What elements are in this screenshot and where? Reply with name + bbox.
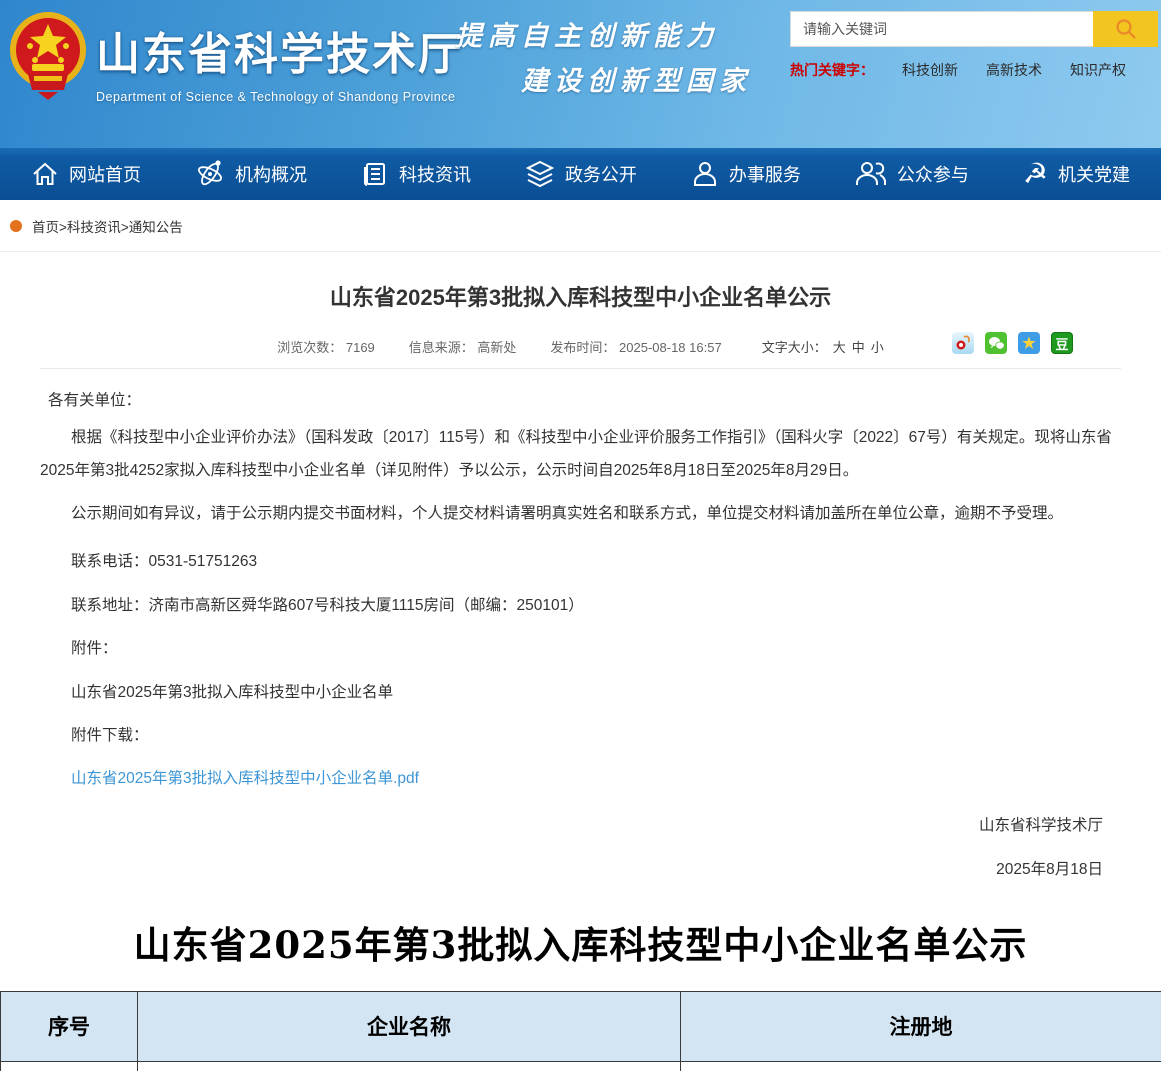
brand-block: 山东省科学技术厅 Department of Science & Technol…	[96, 18, 464, 104]
search-button[interactable]	[1093, 11, 1158, 47]
meta-publish-time: 发布时间： 2025-08-18 16:57	[550, 337, 721, 356]
hot-keyword-zhishichanquan[interactable]: 知识产权	[1070, 60, 1126, 80]
weibo-share-icon[interactable]	[952, 332, 974, 354]
signature-org: 山东省科学技术厅	[40, 813, 1103, 835]
search-icon	[1115, 18, 1137, 40]
roster-table: 序号 企业名称 注册地 1489 临朐祥泰光伏发电有限公司 山东省/潍坊市/临朐…	[0, 991, 1161, 1071]
wechat-share-icon[interactable]	[985, 332, 1007, 354]
cell-index: 1489	[1, 1061, 138, 1071]
table-row: 1489 临朐祥泰光伏发电有限公司 山东省/潍坊市/临朐县	[1, 1061, 1161, 1071]
wechat-bubbles-icon	[988, 336, 1005, 351]
font-size-switcher: 文字大小： 大中小	[756, 337, 884, 356]
qzone-star-glyph: ★	[1022, 334, 1035, 352]
hot-keyword-kejichuangxin[interactable]: 科技创新	[902, 60, 958, 80]
home-icon	[31, 160, 59, 188]
qzone-share-icon[interactable]: ★	[1018, 332, 1040, 354]
weibo-eye-icon	[955, 335, 971, 351]
meta-source: 信息来源： 高新处	[409, 337, 517, 356]
cell-company: 临朐祥泰光伏发电有限公司	[138, 1061, 681, 1071]
breadcrumb-dot-icon	[10, 220, 22, 232]
nav-item-participation[interactable]: 公众参与	[855, 160, 969, 188]
slogan: 提高自主创新能力 建设创新型国家	[455, 14, 752, 98]
atom-icon	[195, 159, 225, 189]
layers-icon	[525, 159, 555, 189]
font-size-large[interactable]: 大	[833, 340, 846, 355]
attachment-name: 山东省2025年第3批拟入库科技型中小企业名单	[40, 682, 1121, 704]
nav-label: 网站首页	[69, 161, 141, 187]
douban-share-icon[interactable]: 豆	[1051, 332, 1073, 354]
nav-item-home[interactable]: 网站首页	[31, 160, 141, 188]
hot-keywords-row: 热门关键字： 科技创新 高新技术 知识产权	[790, 60, 1126, 80]
paragraph-2: 公示期间如有异议，请于公示期内提交书面材料，个人提交材料请署明真实姓名和联系方式…	[40, 498, 1121, 531]
breadcrumb-text[interactable]: 首页>科技资讯>通知公告	[32, 216, 183, 236]
nav-item-news[interactable]: 科技资讯	[361, 160, 471, 188]
meta-separator	[40, 368, 1121, 369]
cell-location: 山东省/潍坊市/临朐县	[681, 1061, 1161, 1071]
salute-line: 各有关单位：	[48, 390, 1121, 412]
column-header-location: 注册地	[681, 991, 1161, 1061]
article: 山东省2025年第3批拟入库科技型中小企业名单公示 浏览次数： 7169 信息来…	[0, 280, 1161, 879]
nav-label: 办事服务	[729, 161, 801, 187]
column-header-company: 企业名称	[138, 991, 681, 1061]
nav-item-gov-info[interactable]: 政务公开	[525, 159, 637, 189]
person-icon	[691, 160, 719, 188]
meta-views: 浏览次数： 7169	[277, 337, 375, 356]
nav-item-party[interactable]: ☭ 机关党建	[1023, 160, 1130, 188]
download-label: 附件下载：	[40, 725, 1121, 747]
nav-label: 科技资讯	[399, 161, 471, 187]
main-nav: 网站首页 机构概况 科技资讯 政务公开 办事	[0, 148, 1161, 200]
table-header-row: 序号 企业名称 注册地	[1, 991, 1161, 1061]
site-header: 山东省科学技术厅 Department of Science & Technol…	[0, 0, 1161, 148]
nav-item-services[interactable]: 办事服务	[691, 160, 801, 188]
signature-date: 2025年8月18日	[40, 857, 1103, 879]
national-emblem-logo	[8, 8, 88, 100]
nav-label: 政务公开	[565, 161, 637, 187]
people-icon	[855, 160, 887, 188]
roster-title: 山东省2025年第3批拟入库科技型中小企业名单公示	[0, 915, 1161, 969]
nav-label: 机构概况	[235, 161, 307, 187]
font-size-medium[interactable]: 中	[852, 340, 865, 355]
news-icon	[361, 160, 389, 188]
attachment-label: 附件：	[40, 638, 1121, 660]
nav-label: 公众参与	[897, 161, 969, 187]
site-subtitle: Department of Science & Technology of Sh…	[96, 90, 464, 104]
paragraph-1: 根据《科技型中小企业评价办法》（国科发政〔2017〕115号）和《科技型中小企业…	[40, 422, 1121, 487]
search-input[interactable]	[790, 11, 1093, 47]
slogan-line1: 提高自主创新能力	[455, 14, 752, 53]
article-meta: 浏览次数： 7169 信息来源： 高新处 发布时间： 2025-08-18 16…	[40, 334, 1121, 358]
search-bar	[790, 11, 1158, 47]
font-size-label: 文字大小：	[762, 340, 827, 355]
nav-item-about[interactable]: 机构概况	[195, 159, 307, 189]
signature-block: 山东省科学技术厅 2025年8月18日	[40, 813, 1121, 879]
hot-keyword-gaoxinjishu[interactable]: 高新技术	[986, 60, 1042, 80]
party-icon: ☭	[1023, 160, 1048, 188]
breadcrumb: 首页>科技资讯>通知公告	[0, 200, 1161, 252]
nav-label: 机关党建	[1058, 161, 1130, 187]
page-title: 山东省2025年第3批拟入库科技型中小企业名单公示	[40, 280, 1121, 312]
column-header-index: 序号	[1, 991, 138, 1061]
attachment-pdf-link[interactable]: 山东省2025年第3批拟入库科技型中小企业名单.pdf	[71, 770, 419, 787]
douban-glyph: 豆	[1055, 334, 1068, 353]
contact-address: 联系地址：济南市高新区舜华路607号科技大厦1115房间（邮编：250101）	[40, 595, 1121, 617]
contact-phone: 联系电话：0531-51751263	[40, 551, 1121, 573]
article-body: 各有关单位： 根据《科技型中小企业评价办法》（国科发政〔2017〕115号）和《…	[40, 390, 1121, 791]
hot-keywords-label: 热门关键字：	[790, 60, 874, 80]
slogan-line2: 建设创新型国家	[521, 59, 752, 98]
share-row: ★ 豆	[952, 332, 1073, 354]
site-title: 山东省科学技术厅	[96, 18, 464, 82]
font-size-small[interactable]: 小	[871, 340, 884, 355]
